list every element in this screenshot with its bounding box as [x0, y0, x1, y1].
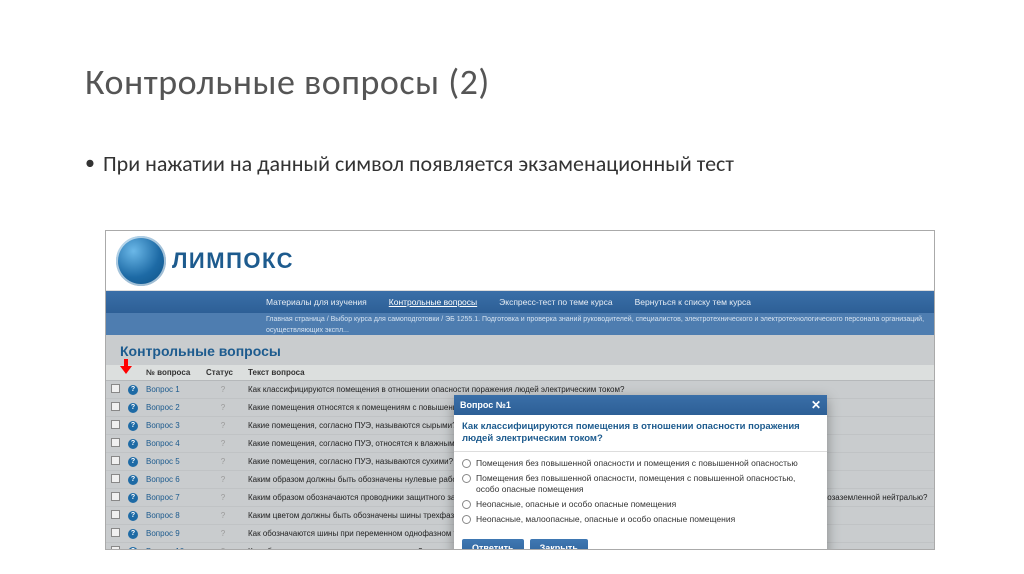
radio-icon[interactable]	[462, 500, 471, 509]
info-icon[interactable]: ?	[128, 511, 138, 521]
answer-option[interactable]: Неопасные, опасные и особо опасные помещ…	[462, 497, 819, 512]
row-status: ?	[202, 417, 244, 435]
row-status: ?	[202, 543, 244, 551]
row-number[interactable]: Вопрос 1	[142, 381, 202, 399]
nav-back-to-list[interactable]: Вернуться к списку тем курса	[635, 297, 751, 307]
answer-button[interactable]: Ответить	[462, 539, 524, 550]
row-status: ?	[202, 453, 244, 471]
checkbox-icon[interactable]	[111, 384, 120, 393]
checkbox-icon[interactable]	[111, 420, 120, 429]
answer-option[interactable]: Помещения без повышенной опасности, поме…	[462, 471, 819, 497]
info-icon[interactable]: ?	[128, 529, 138, 539]
row-status: ?	[202, 399, 244, 417]
embedded-screenshot: ЛИМПОКС Материалы для изучения Контрольн…	[105, 230, 935, 550]
radio-icon[interactable]	[462, 515, 471, 524]
red-arrow-annotation-icon	[120, 359, 132, 375]
answer-text: Неопасные, опасные и особо опасные помещ…	[476, 499, 676, 510]
th-text: Текст вопроса	[244, 365, 934, 381]
row-status: ?	[202, 435, 244, 453]
answer-option[interactable]: Неопасные, малоопасные, опасные и особо …	[462, 512, 819, 527]
row-number[interactable]: Вопрос 9	[142, 525, 202, 543]
checkbox-icon[interactable]	[111, 402, 120, 411]
answer-text: Помещения без повышенной опасности, поме…	[476, 473, 819, 495]
logo-text: ЛИМПОКС	[172, 248, 294, 274]
checkbox-icon[interactable]	[111, 528, 120, 537]
logo-icon	[116, 236, 166, 286]
row-number[interactable]: Вопрос 4	[142, 435, 202, 453]
slide-title: Контрольные вопросы (2)	[0, 0, 1024, 104]
answer-text: Помещения без повышенной опасности и пом…	[476, 458, 798, 469]
info-icon[interactable]: ?	[128, 385, 138, 395]
info-icon[interactable]: ?	[128, 403, 138, 413]
answer-option[interactable]: Помещения без повышенной опасности и пом…	[462, 456, 819, 471]
modal-title: Вопрос №1	[460, 400, 511, 410]
breadcrumb: Главная страница / Выбор курса для самоп…	[106, 313, 934, 335]
info-icon[interactable]: ?	[128, 421, 138, 431]
checkbox-icon[interactable]	[111, 492, 120, 501]
modal-header: Вопрос №1 ✕	[454, 395, 827, 415]
question-modal: Вопрос №1 ✕ Как классифицируются помещен…	[454, 395, 827, 550]
nav-bar: Материалы для изучения Контрольные вопро…	[106, 291, 934, 313]
radio-icon[interactable]	[462, 474, 471, 483]
radio-icon[interactable]	[462, 459, 471, 468]
checkbox-icon[interactable]	[111, 510, 120, 519]
checkbox-icon[interactable]	[111, 456, 120, 465]
row-status: ?	[202, 507, 244, 525]
modal-buttons: Ответить Закрыть	[454, 533, 827, 550]
row-number[interactable]: Вопрос 7	[142, 489, 202, 507]
row-status: ?	[202, 489, 244, 507]
app-header: ЛИМПОКС	[106, 231, 934, 291]
nav-questions[interactable]: Контрольные вопросы	[389, 297, 477, 307]
row-status: ?	[202, 471, 244, 489]
th-number: № вопроса	[142, 365, 202, 381]
info-icon[interactable]: ?	[128, 493, 138, 503]
slide-bullet: • При нажатии на данный символ появляетс…	[0, 104, 1024, 179]
row-number[interactable]: Вопрос 10	[142, 543, 202, 551]
breadcrumb-line-1: Главная страница / Выбор курса для самоп…	[266, 314, 934, 335]
bullet-text: При нажатии на данный символ появляется …	[103, 149, 734, 179]
page-title: Контрольные вопросы	[106, 335, 934, 365]
row-number[interactable]: Вопрос 6	[142, 471, 202, 489]
checkbox-icon[interactable]	[111, 438, 120, 447]
row-number[interactable]: Вопрос 5	[142, 453, 202, 471]
row-number[interactable]: Вопрос 3	[142, 417, 202, 435]
close-icon[interactable]: ✕	[811, 398, 821, 412]
info-icon[interactable]: ?	[128, 547, 138, 550]
info-icon[interactable]: ?	[128, 475, 138, 485]
close-button[interactable]: Закрыть	[530, 539, 588, 550]
row-status: ?	[202, 381, 244, 399]
nav-express-test[interactable]: Экспресс-тест по теме курса	[499, 297, 612, 307]
modal-question-text: Как классифицируются помещения в отношен…	[454, 415, 827, 452]
info-icon[interactable]: ?	[128, 457, 138, 467]
row-number[interactable]: Вопрос 2	[142, 399, 202, 417]
nav-materials[interactable]: Материалы для изучения	[266, 297, 367, 307]
checkbox-icon[interactable]	[111, 546, 120, 550]
answer-text: Неопасные, малоопасные, опасные и особо …	[476, 514, 735, 525]
row-number[interactable]: Вопрос 8	[142, 507, 202, 525]
info-icon[interactable]: ?	[128, 439, 138, 449]
checkbox-icon[interactable]	[111, 474, 120, 483]
modal-answers-list: Помещения без повышенной опасности и пом…	[454, 452, 827, 533]
bullet-dot-icon: •	[85, 149, 95, 177]
row-status: ?	[202, 525, 244, 543]
th-status: Статус	[202, 365, 244, 381]
